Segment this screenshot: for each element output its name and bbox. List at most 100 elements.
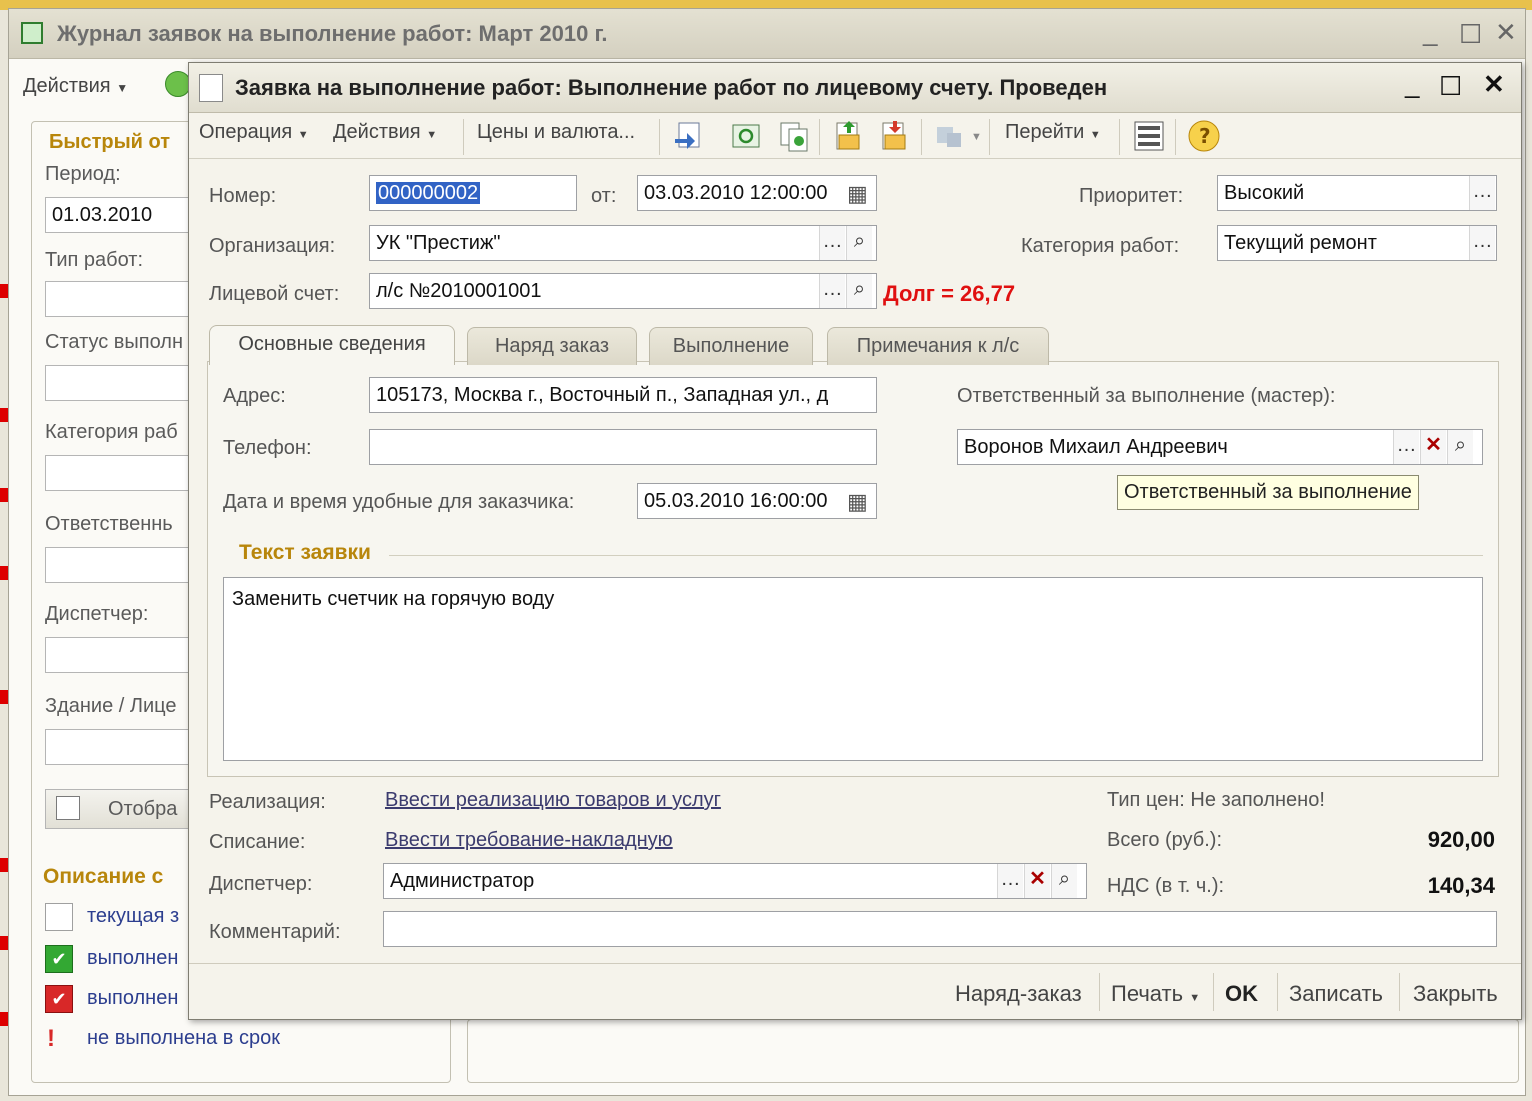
dialog-close-icon[interactable]: ✕ [1483, 69, 1505, 100]
dialog-minimize-icon[interactable]: _ [1405, 69, 1419, 100]
show-button-label: Отобра [108, 798, 178, 820]
post-document-icon[interactable] [673, 119, 707, 153]
search-icon[interactable]: ⌕ [846, 274, 872, 308]
search-icon[interactable]: ⌕ [1051, 864, 1077, 898]
minimize-icon[interactable]: _ [1423, 17, 1437, 48]
refresh-icon[interactable] [729, 119, 763, 153]
category-select-button[interactable]: … [1469, 226, 1495, 260]
date-value: 03.03.2010 12:00:00 [644, 182, 828, 204]
import-icon[interactable] [831, 119, 865, 153]
export-icon[interactable] [877, 119, 911, 153]
priority-select-button[interactable]: … [1469, 176, 1495, 210]
goto-label: Перейти [1005, 121, 1085, 143]
structure-icon[interactable] [933, 119, 967, 153]
category-field[interactable]: Текущий ремонт [1217, 225, 1497, 261]
toolbar-separator [921, 119, 922, 155]
vat-label: НДС (в т. ч.): [1107, 875, 1225, 897]
dialog-actions-label: Действия [333, 121, 421, 143]
close-icon[interactable]: ✕ [1495, 17, 1517, 48]
red-check-icon: ✔ [45, 985, 73, 1013]
phone-label: Телефон: [223, 437, 312, 459]
toolbar-separator [1175, 119, 1176, 155]
writeoff-link[interactable]: Ввести требование-накладную [385, 829, 673, 852]
writeoff-label: Списание: [209, 831, 306, 853]
red-marker [0, 1012, 8, 1026]
responsible-filter-label: Ответственнь [45, 513, 173, 535]
print-label: Печать [1111, 981, 1184, 1006]
total-value: 920,00 [1427, 827, 1495, 852]
account-field[interactable]: л/с №2010001001 [369, 273, 877, 309]
journal-actions-menu[interactable]: Действия ▼ [23, 75, 128, 98]
dispatcher-field[interactable]: Администратор [383, 863, 1087, 899]
copy-document-icon[interactable] [777, 119, 811, 153]
tab-account-notes[interactable]: Примечания к л/с [827, 327, 1049, 365]
request-text-area[interactable]: Заменить счетчик на горячую воду [223, 577, 1483, 761]
journal-title: Журнал заявок на выполнение работ: Март … [57, 21, 608, 46]
dialog-maximize-icon[interactable]: ☐ [1439, 71, 1462, 102]
structure-dropdown-icon[interactable]: ▼ [971, 131, 982, 143]
request-text-title: Текст заявки [239, 541, 371, 564]
organization-field[interactable]: УК "Престиж" [369, 225, 877, 261]
comment-field[interactable] [383, 911, 1497, 947]
quick-filter-title: Быстрый от [49, 131, 175, 154]
red-marker [0, 566, 8, 580]
button-separator [1277, 973, 1278, 1011]
organization-select-button[interactable]: … [819, 226, 845, 260]
legend-item: ! не выполнена в срок [45, 1025, 465, 1057]
toolbar-separator [989, 119, 990, 155]
phone-field[interactable] [369, 429, 877, 465]
save-button[interactable]: Записать [1289, 981, 1383, 1007]
tab-execution[interactable]: Выполнение [649, 327, 813, 365]
number-field[interactable]: 000000002 [369, 175, 577, 211]
responsible-select-button[interactable]: … [1393, 430, 1419, 464]
date-field[interactable]: 03.03.2010 12:00:00 [637, 175, 877, 211]
button-separator [1099, 973, 1100, 1011]
number-value: 000000002 [376, 182, 481, 204]
legend-item-label: выполнен [87, 987, 179, 1009]
toolbar-separator [1119, 119, 1120, 155]
ok-button[interactable]: OK [1225, 981, 1258, 1007]
red-marker [0, 690, 8, 704]
operation-menu[interactable]: Операция ▼ [199, 121, 309, 144]
convenient-time-field[interactable]: 05.03.2010 16:00:00 [637, 483, 877, 519]
section-divider [389, 555, 1483, 556]
tab-work-order[interactable]: Наряд заказ [467, 327, 637, 365]
calendar-icon[interactable]: ▦ [847, 489, 868, 515]
calendar-icon[interactable]: ▦ [847, 181, 868, 207]
dispatcher-label: Диспетчер: [209, 873, 313, 895]
dialog-actions-menu[interactable]: Действия ▼ [333, 121, 437, 144]
dispatcher-filter-label: Диспетчер: [45, 603, 149, 625]
journal-list-area [467, 1019, 1519, 1083]
realization-label: Реализация: [209, 791, 326, 813]
search-icon[interactable]: ⌕ [846, 226, 872, 260]
address-field[interactable]: 105173, Москва г., Восточный п., Западна… [369, 377, 877, 413]
goto-menu[interactable]: Перейти ▼ [1005, 121, 1101, 144]
realization-link[interactable]: Ввести реализацию товаров и услуг [385, 789, 721, 812]
search-icon[interactable]: ⌕ [1447, 430, 1473, 464]
clear-icon[interactable]: ✕ [1024, 864, 1050, 898]
work-order-button[interactable]: Наряд-заказ [955, 981, 1082, 1007]
work-type-label: Тип работ: [45, 249, 143, 271]
organization-value: УК "Престиж" [376, 232, 501, 254]
maximize-icon[interactable]: ☐ [1459, 19, 1482, 50]
clear-icon[interactable]: ✕ [1420, 430, 1446, 464]
close-button[interactable]: Закрыть [1413, 981, 1498, 1007]
legend-title: Описание с [43, 865, 164, 888]
dispatcher-select-button[interactable]: … [997, 864, 1023, 898]
tab-main-info[interactable]: Основные сведения [209, 325, 455, 365]
help-icon[interactable]: ? [1187, 119, 1221, 153]
list-settings-icon[interactable] [1131, 119, 1165, 153]
period-label: Период: [45, 163, 121, 185]
convenient-time-label: Дата и время удобные для заказчика: [223, 491, 575, 513]
address-label: Адрес: [223, 385, 286, 407]
category-value: Текущий ремонт [1224, 232, 1377, 254]
account-select-button[interactable]: … [819, 274, 845, 308]
button-separator [1399, 973, 1400, 1011]
button-separator [1213, 973, 1214, 1011]
priority-field[interactable]: Высокий [1217, 175, 1497, 211]
debt-text: Долг = 26,77 [883, 281, 1016, 306]
prices-button[interactable]: Цены и валюта... [477, 121, 635, 144]
print-menu[interactable]: Печать ▼ [1111, 981, 1200, 1007]
responsible-value: Воронов Михаил Андреевич [964, 436, 1228, 458]
toolbar-separator [463, 119, 464, 155]
